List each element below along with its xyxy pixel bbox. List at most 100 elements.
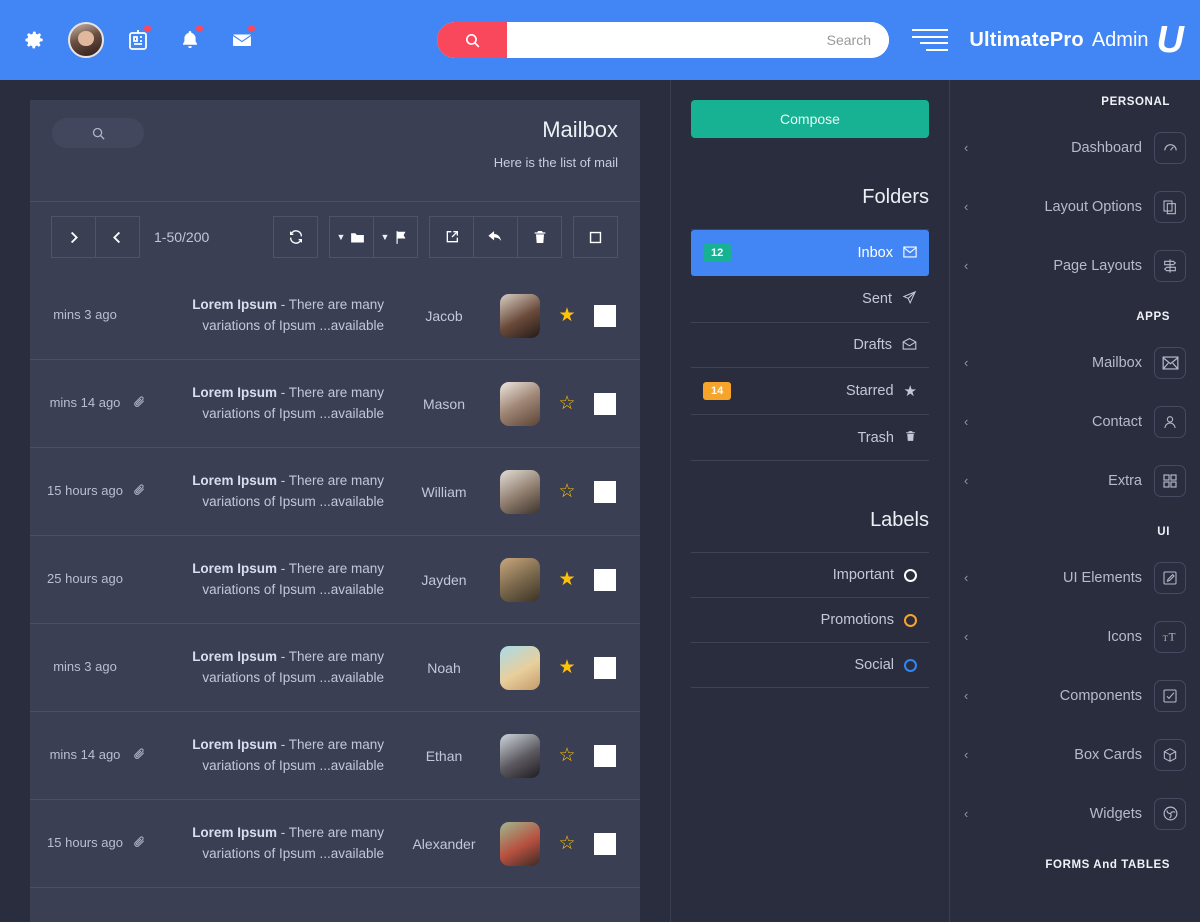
chevron-left-icon: ‹ (964, 473, 969, 488)
mail-select-checkbox[interactable] (594, 304, 616, 327)
mail-timestamp: 15 hours ago (47, 835, 123, 851)
sidebar-item-label: Mailbox (1092, 354, 1142, 371)
search-input[interactable] (507, 22, 889, 58)
mail-sender-avatar (500, 469, 540, 514)
mail-star-toggle[interactable]: ☆ (550, 480, 584, 503)
sidebar-item-widgets[interactable]: ‹ Widgets (964, 784, 1186, 843)
mail-row[interactable]: 15 hours ago Lorem Ipsum - There are many… (30, 448, 640, 536)
box-icon (1154, 738, 1186, 771)
mail-star-toggle[interactable]: ☆ (550, 832, 584, 855)
mailbox-toolbar: 1-50/200 ▼ ▼ (30, 202, 640, 272)
reply-button[interactable] (473, 216, 518, 258)
mail-sender-avatar (500, 645, 540, 690)
paperclip-icon (134, 396, 145, 407)
mail-row[interactable]: mins 14 ago Lorem Ipsum - There are many … (30, 360, 640, 448)
sidebar-item-box-cards[interactable]: ‹ Box Cards (964, 725, 1186, 784)
square-icon (589, 231, 602, 243)
delete-button[interactable] (517, 216, 562, 258)
mail-row[interactable]: mins 3 ago Lorem Ipsum - There are many v… (30, 624, 640, 712)
mail-select-checkbox[interactable] (594, 656, 616, 679)
next-page-button[interactable] (51, 216, 96, 258)
label-item-social[interactable]: Social (691, 643, 929, 688)
sidebar-item-layout-options[interactable]: ‹ Layout Options (964, 177, 1186, 236)
mail-select-checkbox[interactable] (594, 392, 616, 415)
gear-icon (25, 31, 43, 49)
chevron-left-icon: ‹ (964, 140, 969, 155)
select-all-button[interactable] (573, 216, 618, 258)
compose-button[interactable]: Compose (691, 100, 929, 138)
right-sidebar: PERSONAL ‹ Dashboard ‹ Layout Options ‹ Page L… (950, 80, 1200, 922)
label-item-important[interactable]: Important (691, 553, 929, 598)
sidebar-item-mailbox[interactable]: ‹ Mailbox (964, 333, 1186, 392)
mail-star-toggle[interactable]: ★ (550, 568, 584, 591)
settings-button[interactable] (10, 16, 58, 64)
folder-item-trash[interactable]: Trash (691, 415, 929, 461)
search-submit-button[interactable] (437, 22, 507, 58)
folder-item-drafts[interactable]: Drafts (691, 323, 929, 368)
mail-subject: Lorem Ipsum - There are many variations … (192, 561, 384, 597)
mail-sender-avatar (500, 381, 540, 426)
label-text: Social (854, 657, 895, 673)
mailbox-search-button[interactable] (52, 118, 144, 148)
mail-subject: Lorem Ipsum - There are many variations … (192, 297, 384, 333)
mail-row[interactable]: 25 hours ago Lorem Ipsum - There are many… (30, 536, 640, 624)
flag-icon (396, 230, 406, 244)
mail-subject: Lorem Ipsum - There are many variations … (192, 649, 384, 685)
sidebar-item-components[interactable]: ‹ Components (964, 666, 1186, 725)
mail-row[interactable]: mins 3 ago Lorem Ipsum - There are many v… (30, 272, 640, 360)
folder-item-starred[interactable]: 14 Starred ★ (691, 368, 929, 415)
hamburger-line (926, 48, 948, 51)
sidebar-item-dashboard[interactable]: ‹ Dashboard (964, 118, 1186, 177)
mailbox-card-header: Mailbox Here is the list of mail (30, 100, 640, 202)
label-color-dot (904, 658, 917, 672)
folder-item-inbox[interactable]: 12 Inbox (691, 230, 929, 276)
brand-logo-area[interactable]: UltimatePro Admin U (969, 0, 1184, 80)
brand-name: UltimatePro (969, 28, 1084, 51)
label-item-promotions[interactable]: Promotions (691, 598, 929, 643)
sidebar-item-ui-elements[interactable]: ‹ UI Elements (964, 548, 1186, 607)
folder-item-sent[interactable]: Sent (691, 276, 929, 323)
mail-attachment-indicator (124, 395, 154, 412)
prev-page-button[interactable] (95, 216, 140, 258)
sidebar-item-extra[interactable]: ‹ Extra (964, 451, 1186, 510)
sidebar-item-contact[interactable]: ‹ Contact (964, 392, 1186, 451)
menu-toggle-button[interactable] (912, 26, 948, 54)
mail-subject: Lorem Ipsum - There are many variations … (192, 825, 384, 861)
mail-row[interactable]: 15 hours ago Lorem Ipsum - There are many… (30, 800, 640, 888)
mail-row[interactable]: mins 14 ago Lorem Ipsum - There are many … (30, 712, 640, 800)
sidebar-item-label: Extra (1108, 472, 1142, 489)
notifications-button[interactable] (166, 16, 214, 64)
mail-select-checkbox[interactable] (594, 744, 616, 767)
avatar (68, 22, 104, 58)
mail-select-checkbox[interactable] (594, 568, 616, 591)
mail-star-toggle[interactable]: ★ (550, 304, 584, 327)
page-body: Mailbox Here is the list of mail 1-50/20… (0, 80, 1200, 922)
star-icon: ★ (903, 383, 917, 400)
profile-button[interactable] (62, 16, 110, 64)
mail-select-checkbox[interactable] (594, 480, 616, 503)
sidebar-section-heading: APPS (1136, 311, 1170, 323)
mail-sender-name: William (421, 483, 467, 500)
mail-star-toggle[interactable]: ☆ (550, 392, 584, 415)
reply-icon (488, 230, 502, 241)
folder-label: Sent (862, 291, 892, 307)
page-subtitle: Here is the list of mail (493, 155, 618, 171)
mail-sender-avatar (500, 293, 540, 338)
sidebar-item-icons[interactable]: ‹ Icons T T (964, 607, 1186, 666)
messages-button[interactable] (218, 16, 266, 64)
page-range-count: 1-50/200 (154, 229, 210, 245)
hamburger-line (912, 35, 948, 38)
mail-select-checkbox[interactable] (594, 832, 616, 855)
label-text: Important (832, 567, 894, 583)
refresh-button[interactable] (273, 216, 318, 258)
folder-dropdown-button[interactable]: ▼ (329, 216, 374, 258)
sidebar-item-page-layouts[interactable]: ‹ Page Layouts (964, 236, 1186, 295)
forward-button[interactable] (429, 216, 474, 258)
mail-star-toggle[interactable]: ☆ (550, 744, 584, 767)
mail-star-toggle[interactable]: ★ (550, 656, 584, 679)
folder-badge: 14 (703, 382, 732, 400)
flag-dropdown-button[interactable]: ▼ (373, 216, 418, 258)
pencil-square-icon (1154, 561, 1186, 594)
calendar-button[interactable] (114, 16, 162, 64)
mail-subject: Lorem Ipsum - There are many variations … (192, 473, 384, 509)
